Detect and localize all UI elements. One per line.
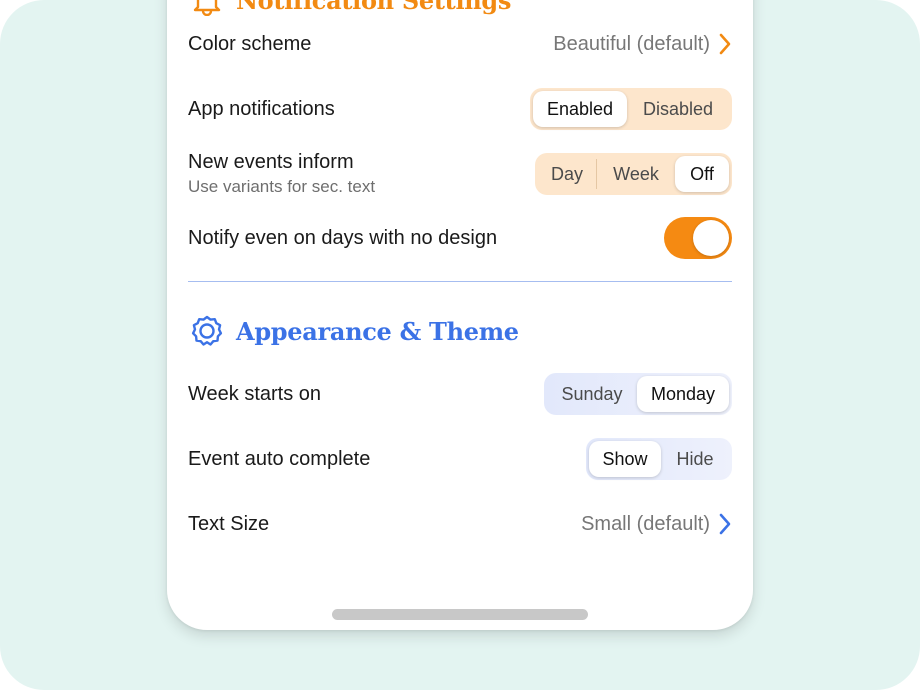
segment-monday[interactable]: Monday bbox=[637, 376, 729, 412]
color-scheme-value: Beautiful (default) bbox=[553, 32, 710, 55]
week-starts-row: Week starts on Sunday Monday bbox=[188, 372, 732, 416]
gear-icon bbox=[190, 314, 224, 348]
new-events-text: New events inform Use variants for sec. … bbox=[188, 151, 375, 197]
segment-hide[interactable]: Hide bbox=[661, 441, 729, 477]
segment-disabled[interactable]: Disabled bbox=[627, 91, 729, 127]
text-size-label: Text Size bbox=[188, 512, 270, 535]
text-size-row[interactable]: Text Size Small (default) bbox=[188, 502, 732, 546]
section-divider bbox=[188, 281, 732, 282]
app-notifications-label: App notifications bbox=[188, 97, 335, 120]
color-scheme-label: Color scheme bbox=[188, 32, 312, 55]
toggle-knob bbox=[693, 220, 729, 256]
text-size-value: Small (default) bbox=[581, 512, 710, 535]
segment-sunday[interactable]: Sunday bbox=[547, 376, 637, 412]
new-events-sublabel: Use variants for sec. text bbox=[188, 177, 376, 196]
new-events-segmented: Day Week Off bbox=[535, 153, 732, 195]
segment-show[interactable]: Show bbox=[589, 441, 661, 477]
notify-no-design-label: Notify even on days with no design bbox=[188, 226, 498, 249]
auto-complete-row: Event auto complete Show Hide bbox=[188, 437, 732, 481]
week-starts-label: Week starts on bbox=[188, 382, 322, 405]
section-header-notifications: Notification Settings bbox=[188, 0, 511, 20]
app-notifications-row: App notifications Enabled Disabled bbox=[188, 87, 732, 131]
week-starts-segmented: Sunday Monday bbox=[544, 373, 732, 415]
notify-no-design-toggle[interactable] bbox=[664, 217, 732, 259]
app-notifications-segmented: Enabled Disabled bbox=[530, 88, 732, 130]
text-size-value-link[interactable]: Small (default) bbox=[581, 513, 732, 536]
auto-complete-segmented: Show Hide bbox=[586, 438, 732, 480]
section-title-appearance: Appearance & Theme bbox=[236, 316, 519, 346]
segment-enabled[interactable]: Enabled bbox=[533, 91, 627, 127]
chevron-right-icon bbox=[719, 513, 731, 535]
segment-day[interactable]: Day bbox=[538, 156, 596, 192]
bell-icon bbox=[190, 0, 224, 17]
section-title-notifications: Notification Settings bbox=[236, 0, 512, 15]
new-events-label: New events inform bbox=[188, 151, 354, 173]
segment-off[interactable]: Off bbox=[675, 156, 729, 192]
color-scheme-row[interactable]: Color scheme Beautiful (default) bbox=[188, 22, 732, 66]
home-indicator bbox=[332, 609, 588, 620]
new-events-row: New events inform Use variants for sec. … bbox=[188, 146, 732, 202]
auto-complete-label: Event auto complete bbox=[188, 447, 371, 470]
notify-no-design-row: Notify even on days with no design bbox=[188, 216, 732, 260]
color-scheme-value-link[interactable]: Beautiful (default) bbox=[553, 33, 732, 56]
segment-week[interactable]: Week bbox=[597, 156, 675, 192]
phone-screen: Notification Settings Color scheme Beaut… bbox=[167, 0, 753, 630]
chevron-right-icon bbox=[719, 33, 731, 55]
section-header-appearance: Appearance & Theme bbox=[188, 311, 519, 351]
